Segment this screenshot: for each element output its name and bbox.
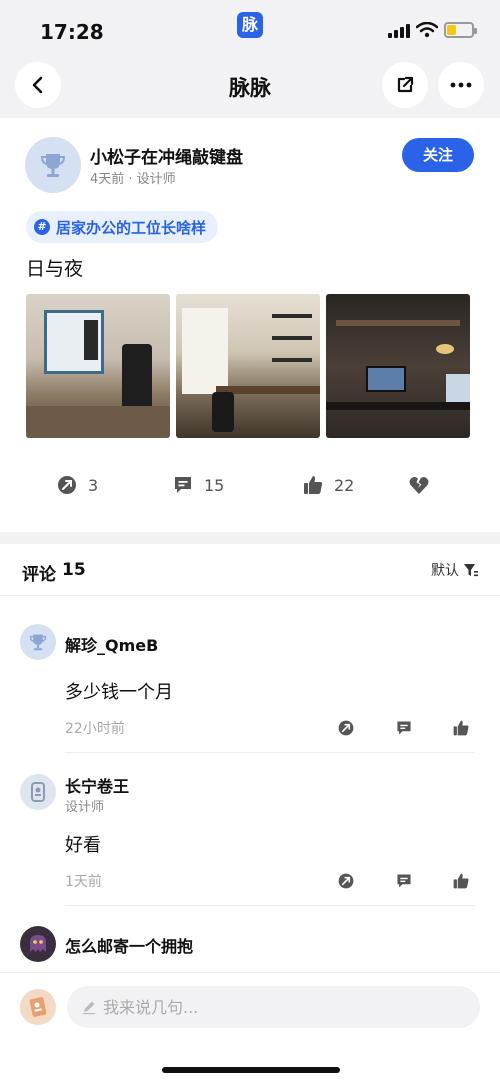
author-name[interactable]: 小松子在冲绳敲键盘 (90, 143, 243, 168)
comment-input[interactable] (103, 997, 443, 1017)
comment-icon (175, 477, 191, 493)
thumbs-up-icon (453, 873, 469, 889)
comment-forward-button[interactable] (336, 718, 356, 738)
author-avatar[interactable] (25, 137, 81, 193)
my-avatar[interactable] (20, 989, 56, 1025)
forward-button[interactable]: 3 (56, 474, 98, 496)
wifi-icon (416, 22, 438, 38)
comment-author[interactable]: 长宁卷王 (65, 773, 129, 797)
comments-header: 评论 15 默认 (0, 544, 500, 596)
comment-icon (397, 874, 411, 888)
dislike-button[interactable] (408, 474, 430, 496)
id-badge-icon (31, 782, 45, 802)
sort-button[interactable]: 默认 (431, 560, 479, 580)
signal-icon (388, 24, 410, 38)
share-button[interactable] (382, 62, 428, 108)
comment-divider (65, 752, 475, 753)
comment-button[interactable]: 15 (172, 474, 224, 496)
photo-night-desk[interactable] (326, 294, 470, 438)
comments-count: 15 (62, 560, 86, 580)
comments-title: 评论 (22, 565, 56, 585)
follow-button[interactable]: 关注 (402, 138, 474, 172)
comment-time: 1天前 (65, 874, 102, 890)
sort-label: 默认 (431, 563, 459, 579)
pencil-icon (83, 1001, 95, 1015)
comment-author[interactable]: 怎么邮寄一个拥抱 (65, 933, 193, 957)
forward-icon (338, 873, 354, 889)
comment-forward-button[interactable] (336, 871, 356, 891)
section-divider (0, 532, 500, 544)
more-button[interactable] (438, 62, 484, 108)
topic-tag[interactable]: # 居家办公的工位长啥样 (26, 211, 219, 243)
comment-avatar[interactable] (20, 624, 56, 660)
comment-icon (397, 721, 411, 735)
battery-icon (444, 22, 477, 38)
comment-input-box[interactable] (67, 986, 480, 1028)
comment-text: 好看 (65, 835, 101, 856)
comment-text: 多少钱一个月 (65, 682, 173, 703)
forward-icon (58, 476, 76, 494)
author-meta: 4天前 · 设计师 (90, 172, 176, 187)
broken-heart-icon (409, 477, 429, 494)
home-indicator (162, 1067, 340, 1073)
nav-bar: 脉脉 (0, 60, 500, 118)
status-bar: 17:28 脉 (0, 0, 500, 60)
comment-divider (65, 905, 475, 906)
photo-study-desk[interactable] (176, 294, 320, 438)
comment-author[interactable]: 解珍_QmeB (65, 632, 158, 656)
photo-daytime-room[interactable] (26, 294, 170, 438)
post-actions: 3 15 22 (0, 474, 500, 500)
comment-avatar[interactable] (20, 774, 56, 810)
app-badge-icon: 脉 (237, 12, 263, 38)
filter-icon (464, 564, 478, 577)
forward-icon (338, 720, 354, 736)
comment-like-button[interactable] (451, 871, 471, 891)
comment-avatar[interactable] (20, 926, 56, 962)
status-time: 17:28 (40, 20, 104, 44)
trophy-icon (40, 154, 66, 177)
more-dots-icon (450, 82, 472, 88)
like-count: 22 (334, 475, 355, 495)
comment-reply-button[interactable] (394, 871, 414, 891)
topic-label: 居家办公的工位长啥样 (56, 218, 207, 237)
thumbs-up-icon (304, 476, 323, 494)
comment-like-button[interactable] (451, 718, 471, 738)
forward-count: 3 (88, 475, 99, 495)
comment-author-title: 设计师 (65, 800, 105, 815)
like-button[interactable]: 22 (302, 474, 354, 496)
comment-time: 22小时前 (65, 721, 125, 737)
comment-composer (0, 972, 500, 1082)
post-text: 日与夜 (26, 258, 84, 280)
thumbs-up-icon (453, 720, 469, 736)
ghost-icon (30, 935, 46, 952)
share-icon (397, 76, 414, 93)
comment-count: 15 (204, 475, 225, 495)
comment-reply-button[interactable] (394, 718, 414, 738)
hashtag-icon: # (34, 219, 50, 235)
trophy-icon (29, 634, 47, 651)
card-icon (29, 997, 47, 1017)
